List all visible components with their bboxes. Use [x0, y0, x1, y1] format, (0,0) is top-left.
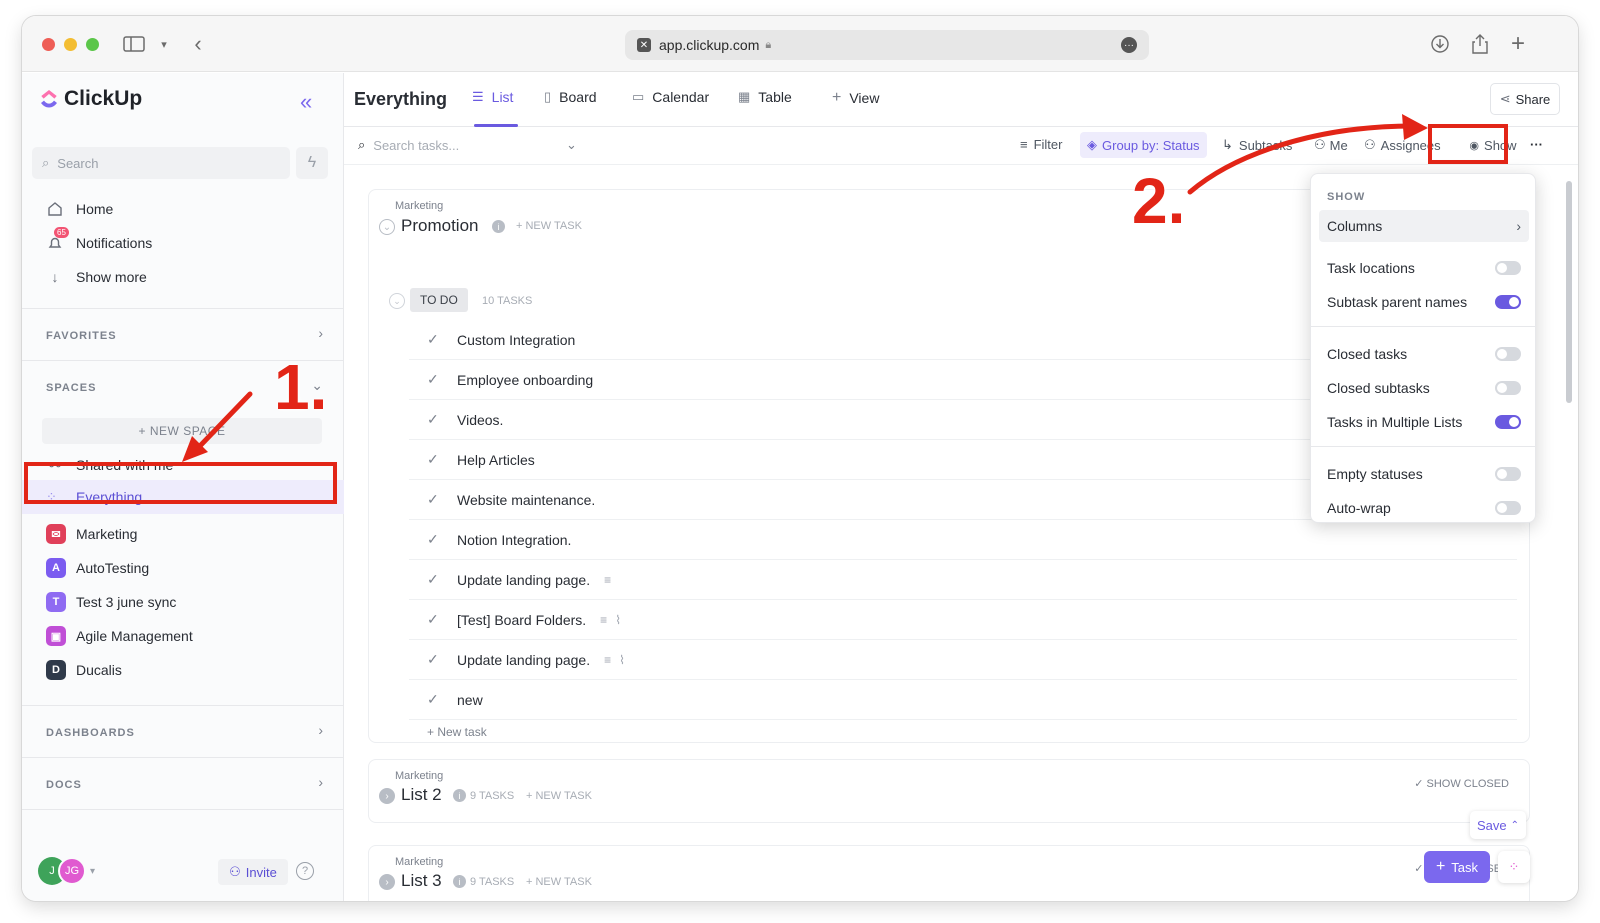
browser-window: ▾ ‹ ✕ app.clickup.com 🔒︎ ··· + ClickUp «…: [22, 16, 1578, 901]
arrow-2-head: [1402, 114, 1428, 140]
annotation-step-1: 1.: [274, 351, 328, 423]
arrow-1: [195, 391, 253, 451]
arrow-2: [1187, 123, 1415, 195]
annotation-step-2: 2.: [1132, 165, 1186, 237]
annotation-arrows: [182, 114, 1428, 462]
